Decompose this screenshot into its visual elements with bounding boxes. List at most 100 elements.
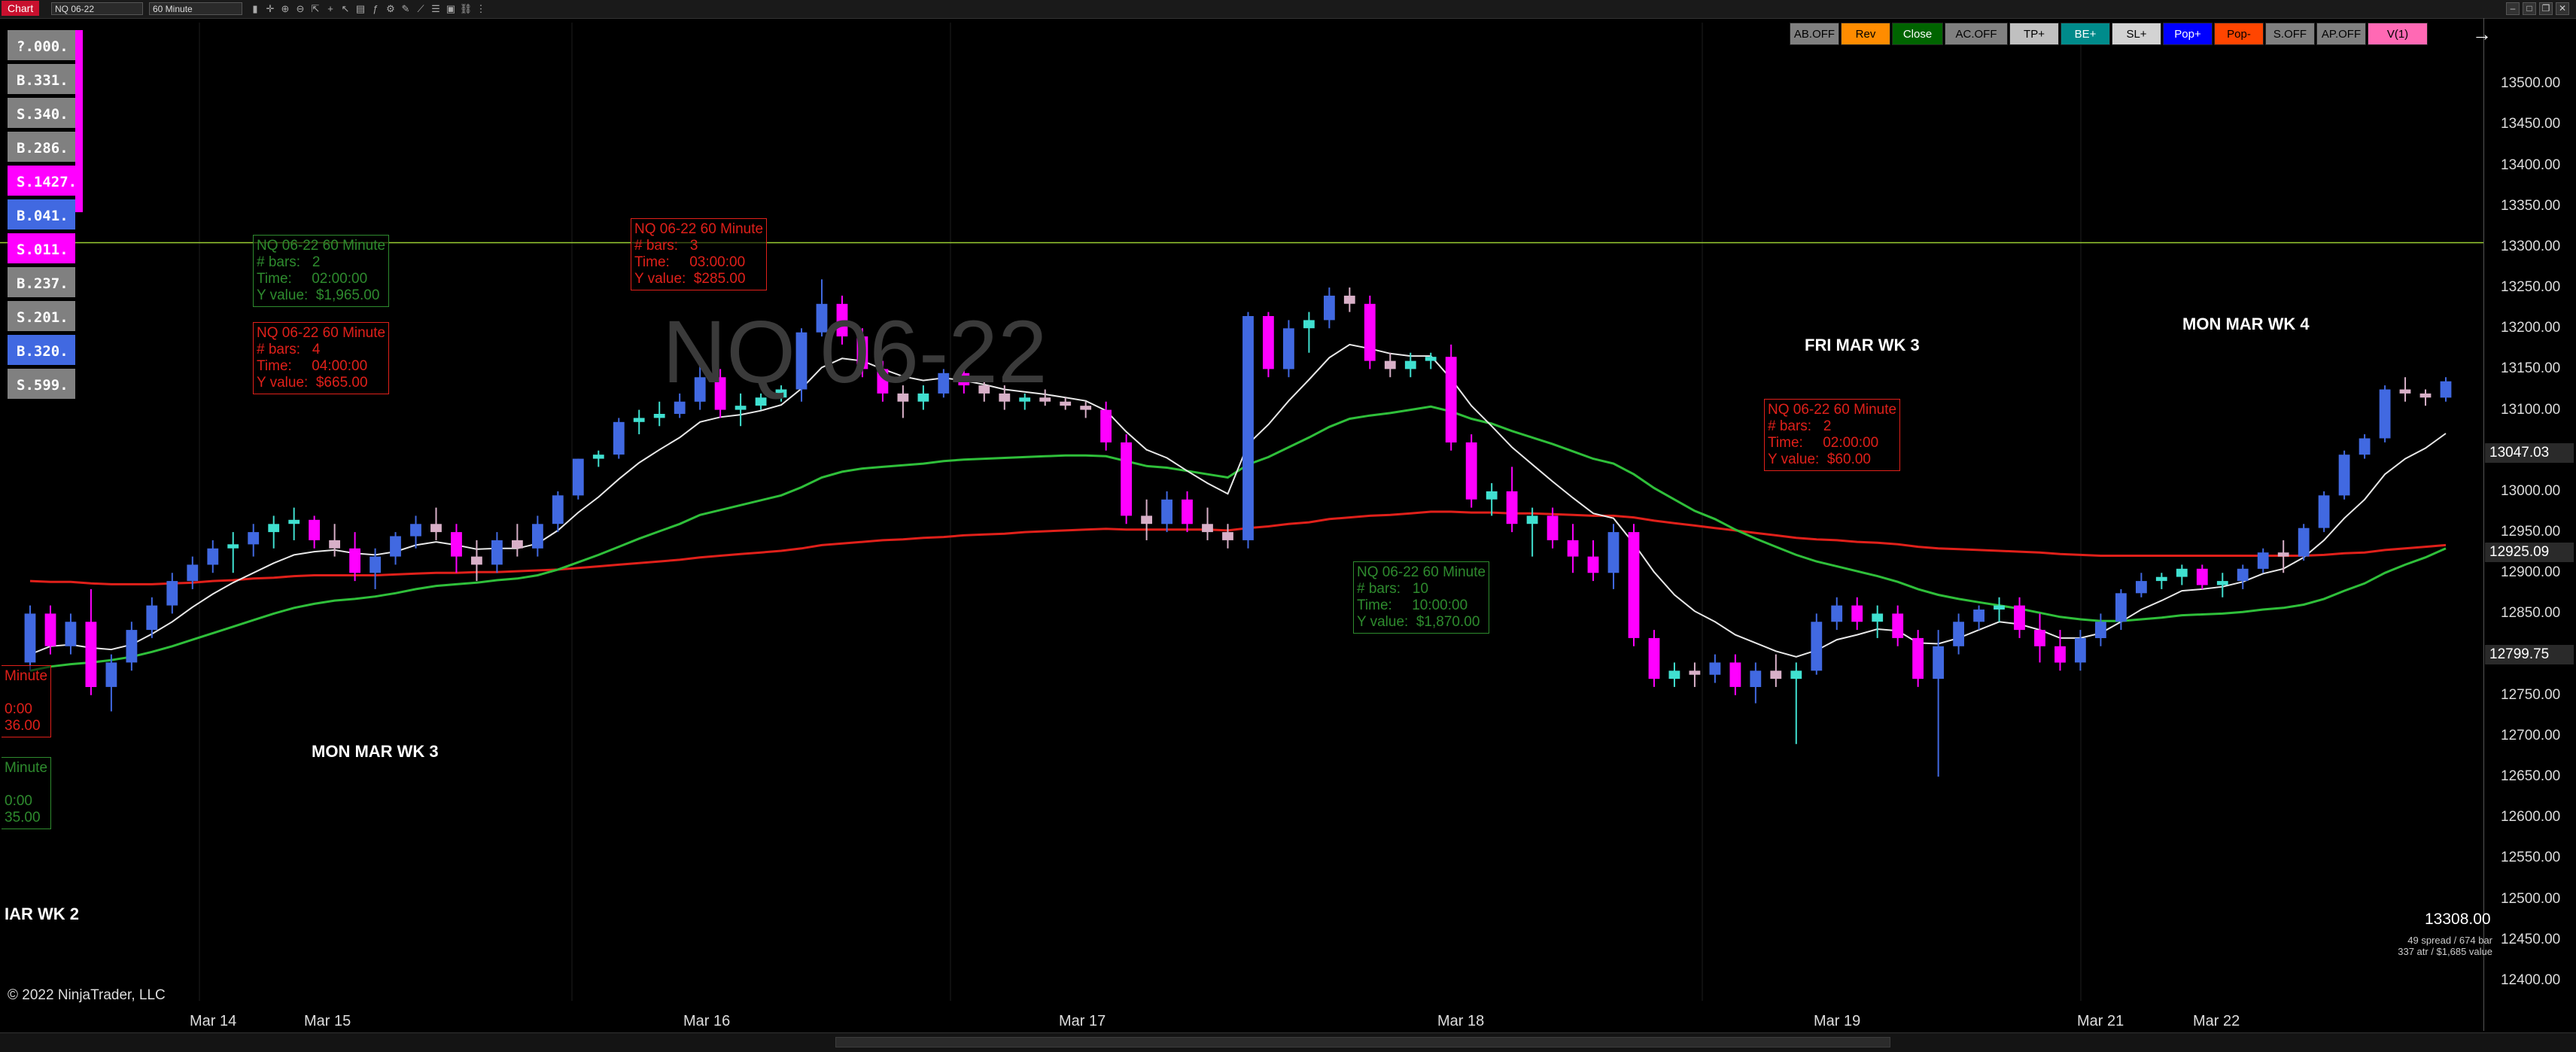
candle-body [512,540,523,549]
more-icon[interactable]: ⋮ [474,2,488,15]
arrow-right-icon[interactable]: → [2472,23,2492,46]
price-tick-label: 13300.00 [2501,238,2561,254]
candle-body [2257,552,2269,569]
order-ladder-item[interactable]: S.1427. [8,166,77,196]
order-ladder-item[interactable]: B.041. [8,199,75,230]
candle-body [1283,328,1294,369]
price-chart[interactable] [0,18,2483,1031]
horizontal-scrollbar[interactable] [0,1032,2576,1052]
candle-body [1182,499,1193,524]
candle-body [85,622,97,687]
candle-body [1851,605,1863,622]
indicators-icon[interactable]: ƒ [369,2,382,15]
chart-tab[interactable]: Chart [2,1,40,16]
zoom-out-icon[interactable]: ⊖ [293,2,307,15]
add-icon[interactable]: + [324,2,337,15]
bar-type-icon[interactable]: ▮ [248,2,262,15]
candle-body [2034,630,2045,646]
select-icon[interactable]: ⇱ [309,2,322,15]
trend-line-icon[interactable]: ⟋ [414,2,427,15]
minimize-icon[interactable]: – [2506,2,2520,15]
drawing-tools-icon[interactable]: ✎ [399,2,412,15]
order-ladder-item[interactable]: S.011. [8,233,75,263]
price-tick-label: 12450.00 [2501,931,2561,947]
date-tick-label: Mar 16 [683,1013,731,1029]
link-icon[interactable]: ⛓ [459,2,473,15]
strategy-toggle-button[interactable]: Pop+ [2163,23,2213,45]
measure-box-2[interactable]: NQ 06-22 60 Minute # bars: 4 Time: 04:00… [253,322,390,394]
data-box-icon[interactable]: ▣ [444,2,458,15]
strategy-toggle-button[interactable]: V(1) [2368,23,2428,45]
crosshair-icon[interactable]: ✛ [263,2,277,15]
order-ladder-item[interactable]: B.237. [8,267,75,297]
zoom-in-icon[interactable]: ⊕ [278,2,292,15]
strategy-toggle-button[interactable]: Rev [1841,23,1890,45]
instrument-selector[interactable]: NQ 06-22 [51,2,143,15]
pointer-icon[interactable]: ↖ [339,2,352,15]
maximize-icon[interactable]: □ [2523,2,2536,15]
order-ladder-item[interactable]: S.340. [8,98,75,128]
candle-body [1750,670,1762,687]
order-ladder-item[interactable]: B.320. [8,335,75,365]
candle-body [1161,499,1172,524]
strategy-toggle-button[interactable]: TP+ [2009,23,2059,45]
candle-body [1324,295,1335,321]
measure-box-1[interactable]: NQ 06-22 60 Minute # bars: 2 Time: 02:00… [253,235,390,307]
close-icon[interactable]: ✕ [2556,2,2569,15]
candle-body [1973,610,1984,622]
candle-body [329,540,340,549]
price-flag: 12925.09 [2485,543,2574,563]
measure-box-4[interactable]: NQ 06-22 60 Minute # bars: 10 Time: 10:0… [1353,561,1490,634]
order-ladder-item[interactable]: B.331. [8,64,75,94]
candle-body [1404,360,1416,369]
candle-body [1729,662,1741,687]
candle-body [1994,605,2005,610]
measure-box-3[interactable]: NQ 06-22 60 Minute # bars: 3 Time: 03:00… [631,218,768,290]
strategy-toggle-button[interactable]: Pop- [2214,23,2264,45]
strategy-toggle-button[interactable]: BE+ [2060,23,2110,45]
candle-body [2399,389,2411,394]
date-tick-label: Mar 22 [2193,1013,2240,1029]
candle-body [1060,401,1072,406]
candle-body [1892,613,1904,638]
strategy-toggle-button[interactable]: Close [1892,23,1943,45]
candle-body [1526,515,1538,524]
candle-body [2095,622,2106,638]
strategy-toggle-button[interactable]: AB.OFF [1790,23,1839,45]
interval-selector[interactable]: 60 Minute [149,2,242,15]
restore-icon[interactable]: ❐ [2539,2,2553,15]
candle-body [2075,637,2086,663]
time-axis[interactable]: Mar 14 Mar 15 Mar 16 Mar 17 Mar 18 Mar 19 Mar … [0,1005,2483,1031]
candle-body [1202,524,1213,533]
order-ladder-item[interactable]: B.286. [8,132,75,162]
candle-body [1263,316,1274,369]
strategies-icon[interactable]: ⚙ [384,2,397,15]
measure-box-7[interactable]: Minute 0:00 35.00 [2,757,52,829]
candle-body [1141,515,1152,524]
candle-body [1242,316,1254,540]
measure-box-6[interactable]: Minute 0:00 36.00 [2,665,52,737]
price-tick-label: 12650.00 [2501,768,2561,785]
measure-box-5[interactable]: NQ 06-22 60 Minute # bars: 2 Time: 02:00… [1764,399,1901,471]
strategy-toggle-button[interactable]: S.OFF [2265,23,2315,45]
strategy-toggle-button[interactable]: AC.OFF [1945,23,2008,45]
order-ladder-item[interactable]: S.201. [8,301,75,331]
strategy-toggle-button[interactable]: AP.OFF [2316,23,2366,45]
candle-body [451,532,462,557]
candle-body [572,458,584,496]
scrollbar-thumb[interactable] [835,1037,1890,1047]
week-label: IAR WK 2 [5,905,79,923]
price-axis[interactable]: 13500.00 13450.00 13400.00 13350.00 13300.00… [2483,18,2576,1031]
price-tick-label: 13350.00 [2501,197,2561,214]
candle-body [2379,389,2391,439]
candle-body [2136,581,2147,594]
chart-trader-icon[interactable]: ☰ [429,2,443,15]
candle-body [1689,670,1701,675]
candle-body [1709,662,1721,675]
properties-icon[interactable]: ▤ [354,2,367,15]
strategy-toggle-button[interactable]: SL+ [2112,23,2161,45]
order-ladder-item[interactable]: S.599. [8,369,75,399]
candle-body [2440,381,2452,398]
order-ladder-item[interactable]: ?.000. [8,30,75,60]
last-price-label: 13308.00 [2425,911,2491,928]
